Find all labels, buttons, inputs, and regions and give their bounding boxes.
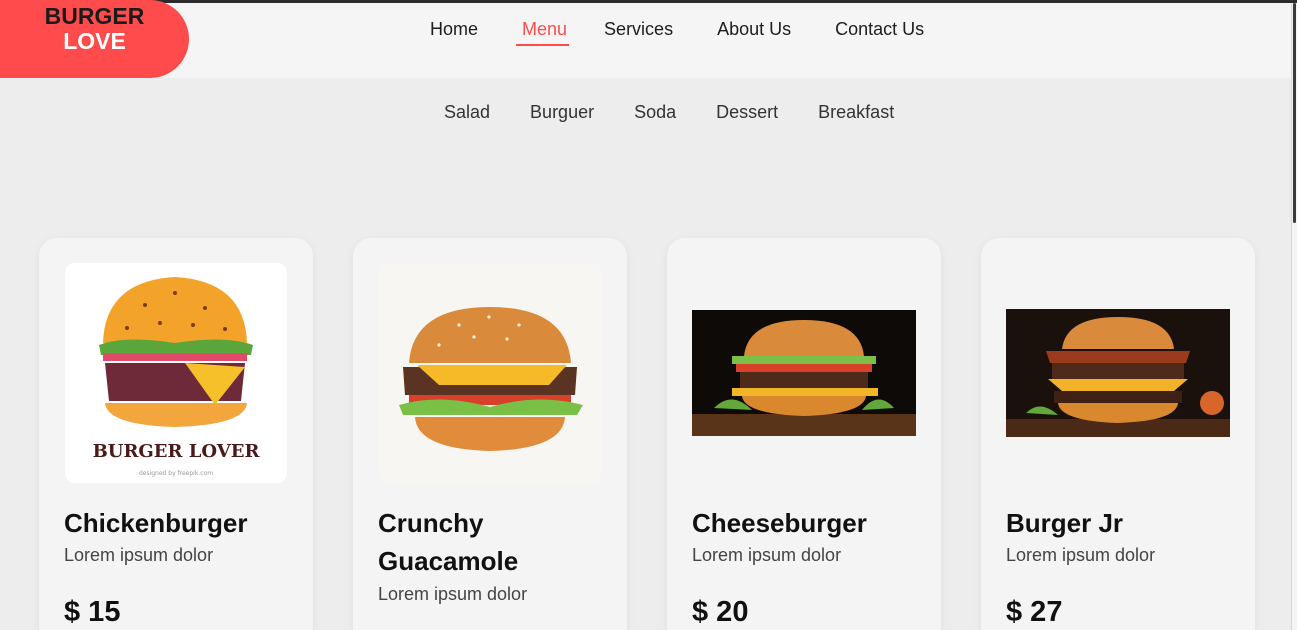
product-image: BURGER LOVER designed by freepik.com <box>65 263 287 483</box>
nav-about-us[interactable]: About Us <box>717 19 791 46</box>
product-price: $ 27 <box>1006 596 1063 628</box>
nav-home[interactable]: Home <box>430 19 478 46</box>
image-caption-text: designed by freepik.com <box>139 470 213 477</box>
nav-services[interactable]: Services <box>604 19 673 46</box>
product-image <box>379 263 601 483</box>
nav-menu[interactable]: Menu <box>516 19 570 46</box>
product-card[interactable]: BURGER LOVER designed by freepik.com Chi… <box>39 238 313 630</box>
product-name: Chickenburger <box>64 508 248 538</box>
product-name: Burger Jr <box>1006 508 1124 538</box>
product-description: Lorem ipsum dolor <box>692 545 842 565</box>
image-brand-text: BURGER LOVER <box>93 441 261 462</box>
product-name: Crunchy Guacamole <box>378 508 519 576</box>
category-salad[interactable]: Salad <box>444 102 490 123</box>
product-image <box>692 310 916 436</box>
category-burguer[interactable]: Burguer <box>530 102 594 123</box>
brand-line-2: LOVE <box>63 28 126 54</box>
product-description: Lorem ipsum dolor <box>1006 545 1156 565</box>
category-nav: Salad Burguer Soda Dessert Breakfast <box>444 102 894 123</box>
page-scrollbar[interactable] <box>1291 3 1297 630</box>
product-price: $ 15 <box>64 596 121 628</box>
scrollbar-thumb[interactable] <box>1293 3 1296 223</box>
brand-line-1: BURGER <box>44 3 145 29</box>
top-header: BURGER LOVE Home Menu Services About Us … <box>0 0 1291 78</box>
product-image <box>1006 309 1230 437</box>
category-soda[interactable]: Soda <box>634 102 676 123</box>
product-description: Lorem ipsum dolor <box>378 584 528 604</box>
product-price: $ 20 <box>692 596 749 628</box>
main-nav: Home Menu Services About Us Contact Us <box>430 19 924 46</box>
product-card[interactable]: Crunchy Guacamole Lorem ipsum dolor <box>353 238 627 630</box>
brand-logo[interactable]: BURGER LOVE <box>0 0 189 78</box>
product-name: Cheeseburger <box>692 508 867 538</box>
product-card[interactable]: Burger Jr Lorem ipsum dolor $ 27 <box>981 238 1255 630</box>
product-description: Lorem ipsum dolor <box>64 545 214 565</box>
category-dessert[interactable]: Dessert <box>716 102 778 123</box>
category-breakfast[interactable]: Breakfast <box>818 102 894 123</box>
product-card[interactable]: Cheeseburger Lorem ipsum dolor $ 20 <box>667 238 941 630</box>
nav-contact-us[interactable]: Contact Us <box>835 19 924 46</box>
